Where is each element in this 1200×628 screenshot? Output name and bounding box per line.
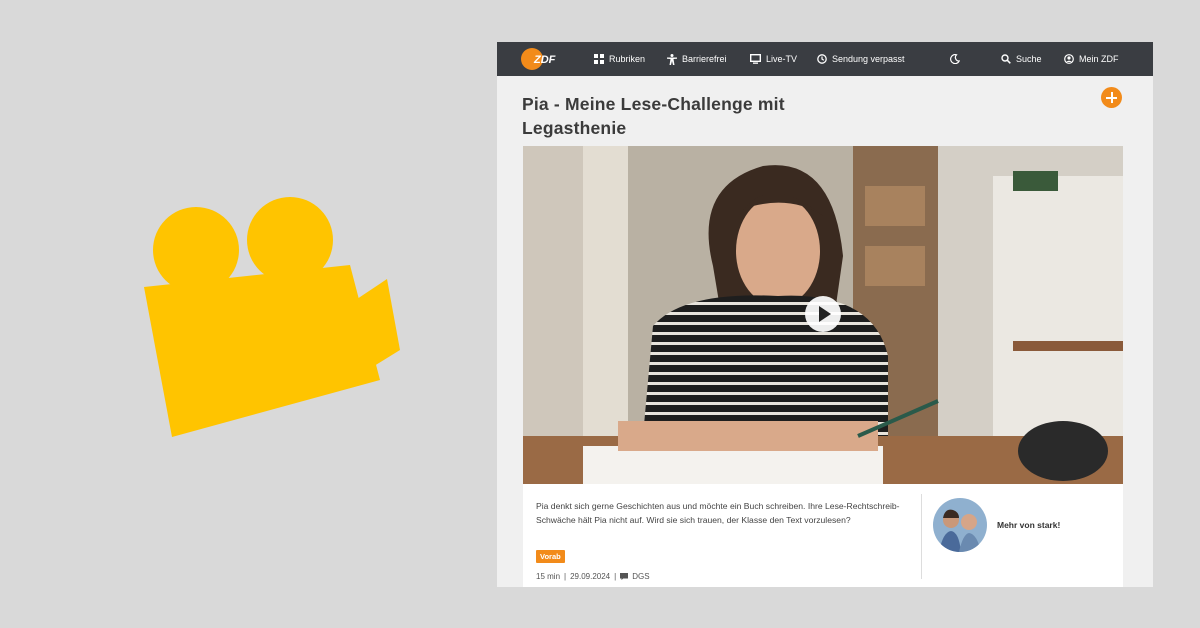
nav-mein-zdf[interactable]: Mein ZDF xyxy=(1064,42,1119,76)
vorab-badge: Vorab xyxy=(536,550,565,563)
meta-separator: | xyxy=(614,572,617,581)
nav-mein-zdf-label: Mein ZDF xyxy=(1079,54,1119,64)
nav-suche[interactable]: Suche xyxy=(1001,42,1042,76)
video-title: Pia - Meine Lese-Challenge mit Legasthen… xyxy=(522,94,785,138)
top-nav: ZDF Rubriken Barrierefrei Live-TV Sendun… xyxy=(497,42,1153,76)
nav-barrierefrei[interactable]: Barrierefrei xyxy=(667,42,727,76)
nav-rubriken[interactable]: Rubriken xyxy=(594,42,645,76)
video-info-panel: Pia denkt sich gerne Geschichten aus und… xyxy=(523,484,1123,587)
nav-rubriken-label: Rubriken xyxy=(609,54,646,64)
dark-mode-toggle[interactable] xyxy=(950,42,960,76)
zdf-page-screenshot: ZDF Rubriken Barrierefrei Live-TV Sendun… xyxy=(497,42,1153,587)
clock-icon xyxy=(817,54,827,64)
zdf-logo[interactable]: ZDF xyxy=(520,47,560,71)
video-duration: 15 min xyxy=(536,572,561,581)
accessibility-icon xyxy=(667,53,677,65)
video-camera-icon xyxy=(144,197,400,437)
play-button[interactable] xyxy=(805,296,841,332)
nav-live-tv[interactable]: Live-TV xyxy=(750,42,797,76)
divider xyxy=(921,494,922,579)
video-date: 29.09.2024 xyxy=(570,572,611,581)
video-meta: 15 min | 29.09.2024 | DGS xyxy=(536,572,650,581)
nav-sendung-verpasst[interactable]: Sendung verpasst xyxy=(817,42,905,76)
related-series-label: Mehr von stark! xyxy=(997,520,1061,530)
sign-language-icon xyxy=(620,573,629,580)
video-description: Pia denkt sich gerne Geschichten aus und… xyxy=(536,501,900,525)
nav-suche-label: Suche xyxy=(1016,54,1042,64)
tv-icon xyxy=(750,54,761,64)
user-icon xyxy=(1064,54,1074,64)
nav-live-tv-label: Live-TV xyxy=(766,54,798,64)
series-avatar xyxy=(933,498,987,552)
sign-language-label: DGS xyxy=(632,572,650,581)
add-to-list-button[interactable] xyxy=(1101,87,1122,108)
moon-icon xyxy=(950,54,960,64)
nav-sendung-verpasst-label: Sendung verpasst xyxy=(832,54,905,64)
related-series-link[interactable]: Mehr von stark! xyxy=(933,496,1113,554)
svg-text:ZDF: ZDF xyxy=(533,54,556,66)
meta-separator: | xyxy=(564,572,567,581)
nav-barrierefrei-label: Barrierefrei xyxy=(682,54,727,64)
search-icon xyxy=(1001,54,1011,64)
grid-icon xyxy=(594,54,604,64)
video-thumbnail[interactable] xyxy=(523,146,1123,484)
